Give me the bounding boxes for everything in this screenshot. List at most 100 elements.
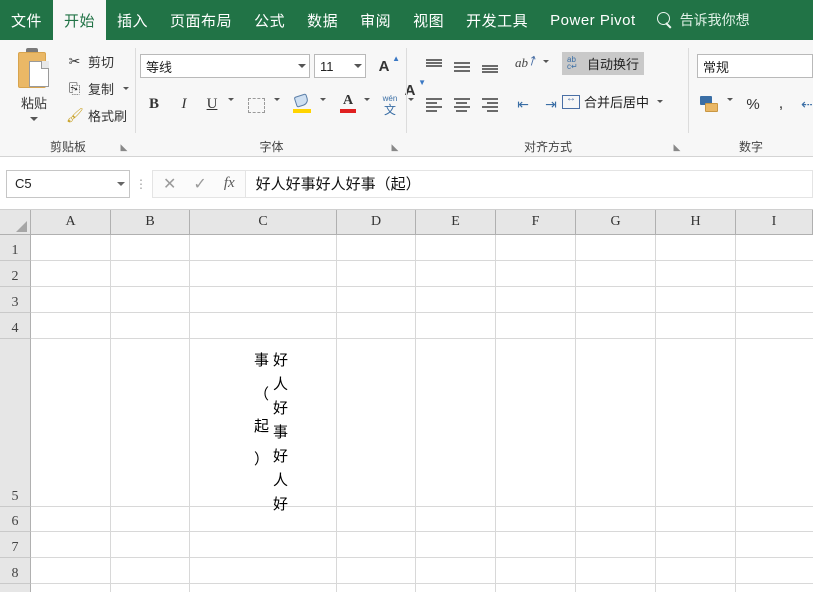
clipboard-dialog-launcher[interactable]: ◣ — [118, 141, 130, 153]
chevron-down-icon[interactable] — [30, 117, 38, 121]
tab-developer[interactable]: 开发工具 — [455, 0, 539, 40]
tell-me-box[interactable]: 告诉我你想 — [647, 0, 756, 40]
tab-view[interactable]: 视图 — [402, 0, 455, 40]
gridline-vertical — [110, 235, 111, 592]
orientation-button[interactable]: ab↗ — [513, 52, 537, 76]
align-left-button[interactable] — [423, 92, 447, 116]
tab-page-layout[interactable]: 页面布局 — [159, 0, 243, 40]
align-bottom-button[interactable] — [479, 54, 503, 78]
insert-function-icon[interactable]: fx — [224, 175, 235, 192]
tab-review[interactable]: 审阅 — [349, 0, 402, 40]
group-clipboard: 粘贴 ✂ 剪切 ⎘ 复制 🖌 格式刷 剪贴板 ◣ — [0, 40, 136, 157]
cell-char: 事 — [254, 348, 269, 372]
column-header-f[interactable]: F — [496, 210, 576, 235]
chevron-down-icon[interactable] — [117, 182, 125, 186]
align-right-button[interactable] — [479, 92, 503, 116]
chevron-down-icon[interactable] — [123, 87, 129, 90]
paste-button[interactable]: 粘贴 — [6, 46, 62, 134]
borders-dropdown[interactable] — [270, 98, 280, 101]
chevron-down-icon[interactable] — [657, 100, 663, 103]
orientation-dropdown[interactable] — [539, 60, 549, 63]
row-header-8[interactable]: 8 — [0, 558, 31, 584]
tell-me-label: 告诉我你想 — [680, 10, 750, 30]
column-header-b[interactable]: B — [111, 210, 190, 235]
row-header-1[interactable]: 1 — [0, 235, 31, 261]
formula-bar-handle[interactable]: ⋮ — [130, 182, 152, 186]
tab-data[interactable]: 数据 — [296, 0, 349, 40]
alignment-group-label: 对齐方式 — [407, 138, 689, 155]
font-name-combo[interactable]: 等线 — [140, 54, 310, 78]
align-middle-icon — [453, 58, 473, 74]
copy-button[interactable]: ⎘ 复制 — [66, 79, 129, 98]
increase-indent-button[interactable]: ⇥ — [539, 92, 563, 116]
chevron-down-icon[interactable] — [354, 64, 362, 68]
cell-c5[interactable]: 好 人 好 事 好 人 好 事 （ 起 ） — [190, 339, 336, 506]
percent-style-button[interactable]: % — [741, 92, 765, 116]
decrease-indent-button[interactable]: ⇤ — [511, 92, 535, 116]
row-header-9[interactable]: 9 — [0, 584, 31, 592]
accounting-format-button[interactable] — [697, 92, 721, 116]
cell-char: （ — [254, 372, 269, 408]
column-header-a[interactable]: A — [31, 210, 111, 235]
font-color-button[interactable]: A — [336, 92, 360, 116]
comma-style-button[interactable]: , — [769, 92, 793, 116]
number-format-combo[interactable]: 常规 — [697, 54, 813, 78]
alignment-dialog-launcher[interactable]: ◣ — [671, 141, 683, 153]
row-header-2[interactable]: 2 — [0, 261, 31, 287]
cancel-icon[interactable]: ✕ — [163, 174, 176, 194]
cell-char: 好 — [273, 492, 288, 516]
fill-color-button[interactable] — [290, 92, 314, 116]
underline-dropdown[interactable] — [224, 98, 234, 101]
column-header-i[interactable]: I — [736, 210, 813, 235]
tab-file[interactable]: 文件 — [0, 0, 53, 40]
chevron-down-icon[interactable] — [298, 64, 306, 68]
check-icon[interactable]: ✓ — [193, 174, 206, 194]
group-alignment: ab↗ abc↵ 自动换行 — [407, 40, 689, 157]
row-header-5[interactable]: 5 — [0, 339, 31, 507]
tab-formulas[interactable]: 公式 — [243, 0, 296, 40]
paintbrush-icon: 🖌 — [66, 107, 83, 124]
name-box-value: C5 — [15, 176, 117, 191]
row-header-3[interactable]: 3 — [0, 287, 31, 313]
tab-home[interactable]: 开始 — [53, 0, 106, 40]
bold-button[interactable]: B — [142, 92, 166, 116]
tab-insert[interactable]: 插入 — [106, 0, 159, 40]
align-middle-button[interactable] — [451, 54, 475, 78]
merge-center-button[interactable]: 合并后居中 — [562, 92, 663, 111]
borders-button[interactable] — [244, 93, 268, 117]
underline-button[interactable]: U — [200, 92, 224, 116]
gridline-horizontal — [31, 506, 813, 507]
wrap-text-button[interactable]: abc↵ 自动换行 — [562, 52, 644, 75]
font-dialog-launcher[interactable]: ◣ — [389, 141, 401, 153]
column-header-d[interactable]: D — [337, 210, 416, 235]
accounting-dropdown[interactable] — [723, 98, 733, 101]
cut-button[interactable]: ✂ 剪切 — [66, 52, 114, 71]
row-header-4[interactable]: 4 — [0, 313, 31, 339]
gridline-horizontal — [31, 312, 813, 313]
font-size-combo[interactable]: 11 — [314, 54, 366, 78]
align-top-button[interactable] — [423, 54, 447, 78]
font-size-value: 11 — [320, 59, 354, 74]
name-box[interactable]: C5 — [6, 170, 130, 198]
column-header-c[interactable]: C — [190, 210, 337, 235]
phonetic-guide-button[interactable]: wén 文 — [378, 92, 402, 116]
column-header-h[interactable]: H — [656, 210, 736, 235]
row-header-6[interactable]: 6 — [0, 507, 31, 532]
tab-power-pivot[interactable]: Power Pivot — [539, 0, 647, 40]
font-color-dropdown[interactable] — [360, 98, 370, 101]
column-header-g[interactable]: G — [576, 210, 656, 235]
formula-bar-row: C5 ⋮ ✕ ✓ fx 好人好事好人好事（起） — [0, 158, 813, 210]
row-header-7[interactable]: 7 — [0, 532, 31, 558]
increase-decimal-button[interactable]: ⇠ — [795, 92, 813, 116]
format-painter-button[interactable]: 🖌 格式刷 — [66, 106, 127, 125]
fill-color-dropdown[interactable] — [316, 98, 326, 101]
increase-font-size-button[interactable]: A▲ — [372, 54, 396, 78]
align-top-icon — [425, 58, 445, 74]
align-center-button[interactable] — [451, 92, 475, 116]
cell-c5-vertical-column-1: 好 人 好 事 好 人 好 — [273, 348, 288, 516]
select-all-button[interactable] — [0, 210, 31, 235]
column-header-e[interactable]: E — [416, 210, 496, 235]
formula-input[interactable]: 好人好事好人好事（起） — [246, 170, 813, 198]
italic-button[interactable]: I — [172, 92, 196, 116]
copy-label: 复制 — [88, 79, 114, 98]
